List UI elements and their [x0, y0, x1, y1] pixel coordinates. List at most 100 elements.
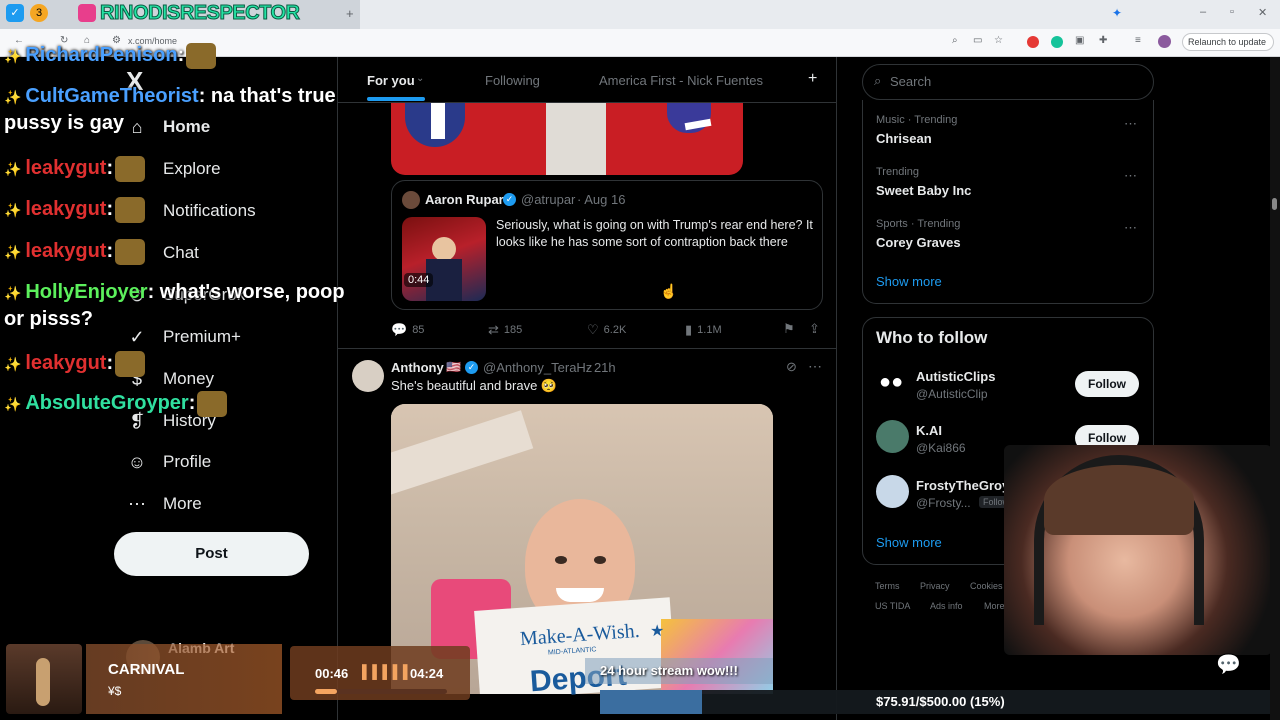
share-button[interactable]: ⇪ — [809, 321, 825, 337]
follow-show-more[interactable]: Show more — [876, 535, 942, 550]
follow-avatar[interactable] — [876, 475, 909, 508]
tab-for-you[interactable]: For you — [367, 73, 415, 88]
post-time[interactable]: · 21h — [586, 360, 616, 375]
follow-avatar[interactable] — [876, 420, 909, 453]
chat-message: ✨ CultGameTheorist: na that's true pussy… — [4, 83, 354, 136]
quoted-date[interactable]: · Aug 16 — [577, 192, 625, 207]
profile-avatar[interactable] — [1158, 35, 1171, 48]
bookmark-button[interactable]: ⚑ — [783, 321, 800, 337]
player-total-time: 04:24 — [410, 666, 444, 681]
nav-label: More — [163, 494, 202, 513]
more-options-icon[interactable]: ⋯ — [808, 358, 822, 375]
extension-icon[interactable]: ▣ — [1075, 35, 1084, 46]
footer-link[interactable]: US TIDA — [875, 601, 910, 611]
song-title: CARNIVAL — [108, 661, 185, 678]
now-playing-panel — [86, 644, 282, 714]
chat-bubble-icon[interactable]: 💬 — [1216, 652, 1241, 677]
chat-badge-icon: ✨ — [4, 244, 26, 260]
like-button[interactable]: ♡ 6.2K — [587, 322, 626, 338]
follow-avatar[interactable]: ●● — [876, 366, 909, 399]
chat-username: HollyEnjoyer — [25, 281, 148, 303]
trend-meta: Trending — [876, 166, 920, 178]
waveform-icon: ▌▌▌▌▌ — [362, 664, 414, 679]
footer-link[interactable]: Privacy — [920, 581, 950, 591]
player-progress-fill — [315, 689, 337, 694]
repost-icon: ⇄ — [488, 322, 499, 337]
views-button[interactable]: ▮ 1.1M — [685, 322, 722, 338]
pink-tab-icon[interactable] — [78, 4, 96, 22]
page-scrollbar-thumb[interactable] — [1272, 198, 1277, 210]
footer-link[interactable]: More — [984, 601, 1005, 611]
copilot-icon[interactable]: ✦ — [1112, 6, 1122, 20]
post-image-cartoon[interactable] — [391, 103, 743, 175]
relaunch-button[interactable]: Relaunch to update — [1182, 33, 1274, 51]
trend-name[interactable]: Chrisean — [876, 131, 932, 146]
chat-username: leakygut — [25, 240, 107, 262]
close-button[interactable]: ✕ — [1258, 6, 1267, 19]
new-tab-button[interactable]: + — [346, 6, 354, 21]
tab-following[interactable]: Following — [485, 73, 540, 88]
follow-name[interactable]: K.AI — [916, 423, 942, 438]
follow-handle[interactable]: @Frosty... — [916, 496, 971, 510]
divider-right — [836, 57, 837, 720]
chat-text: : — [106, 352, 114, 374]
star-icon[interactable]: ☆ — [994, 35, 1003, 46]
chat-username: CultGameTheorist — [25, 85, 199, 107]
follow-handle[interactable]: @Kai866 — [916, 441, 966, 455]
person-icon: ☺ — [127, 451, 147, 472]
search-input[interactable]: Search — [890, 74, 931, 89]
chat-username: AbsoluteGroyper — [25, 392, 189, 414]
nav-item-profile[interactable]: ☺ Profile — [126, 441, 211, 483]
page-scrollbar[interactable] — [1270, 57, 1280, 720]
maximize-button[interactable]: ▫ — [1230, 6, 1234, 18]
quoted-video-thumbnail[interactable] — [402, 217, 486, 301]
chat-username: RichardPenison — [25, 44, 178, 66]
footer-link[interactable]: Terms — [875, 581, 900, 591]
add-tab-button[interactable]: + — [808, 70, 817, 88]
quoted-handle[interactable]: @atrupar — [521, 192, 575, 207]
views-icon: ▮ — [685, 322, 693, 337]
bookmark-icon: ⚑ — [783, 321, 795, 336]
trend-name[interactable]: Sweet Baby Inc — [876, 183, 971, 198]
post-avatar[interactable] — [352, 360, 384, 392]
quoted-avatar[interactable] — [402, 191, 420, 209]
chevron-down-icon[interactable]: ⌄ — [416, 73, 424, 84]
install-icon[interactable]: ▭ — [973, 35, 982, 46]
reading-list-icon[interactable]: ≡ — [1135, 35, 1141, 46]
post-author-handle[interactable]: @Anthony_TeraHz — [483, 360, 592, 375]
adblock-icon[interactable] — [1027, 36, 1039, 48]
tab-list[interactable]: America First - Nick Fuentes — [599, 73, 763, 88]
more-options-icon[interactable]: ⋯ — [1124, 116, 1137, 132]
chat-username: leakygut — [25, 198, 107, 220]
zoom-icon[interactable]: ⌕ — [952, 35, 958, 46]
nav-item-more[interactable]: ⋯ More — [126, 483, 202, 525]
trend-name[interactable]: Corey Graves — [876, 235, 961, 250]
post-author-name[interactable]: Anthony — [391, 360, 444, 375]
stream-title: RINODISRESPECTOR — [99, 2, 300, 25]
repost-button[interactable]: ⇄ 185 — [488, 322, 522, 338]
more-icon: ⋯ — [128, 493, 146, 514]
minimize-button[interactable]: – — [1200, 6, 1206, 18]
chat-badge-icon: ✨ — [4, 48, 26, 64]
grok-icon[interactable]: ⊘ — [786, 359, 797, 375]
chat-message: ✨ leakygut: — [4, 155, 354, 182]
chat-text: : — [106, 198, 114, 220]
follow-handle[interactable]: @AutisticClip — [916, 387, 988, 401]
trends-show-more[interactable]: Show more — [876, 274, 942, 289]
mouse-cursor: ☝ — [660, 283, 678, 299]
chat-emote — [115, 350, 146, 377]
follow-button[interactable]: Follow — [1075, 371, 1139, 397]
chat-badge-icon: ✨ — [4, 285, 26, 301]
twitter-tab-icon[interactable]: ✓ — [6, 4, 24, 22]
more-options-icon[interactable]: ⋯ — [1124, 168, 1137, 184]
more-options-icon[interactable]: ⋯ — [1124, 220, 1137, 236]
chat-emote — [197, 390, 228, 417]
quoted-name[interactable]: Aaron Rupar — [425, 192, 504, 207]
follow-name[interactable]: AutisticClips — [916, 369, 995, 384]
grammarly-icon[interactable] — [1051, 36, 1063, 48]
footer-link[interactable]: Cookies — [970, 581, 1003, 591]
reply-button[interactable]: 💬 85 — [391, 322, 424, 338]
footer-link[interactable]: Ads info — [930, 601, 963, 611]
puzzle-icon[interactable]: ✚ — [1099, 35, 1107, 46]
post-button[interactable]: Post — [114, 532, 309, 576]
